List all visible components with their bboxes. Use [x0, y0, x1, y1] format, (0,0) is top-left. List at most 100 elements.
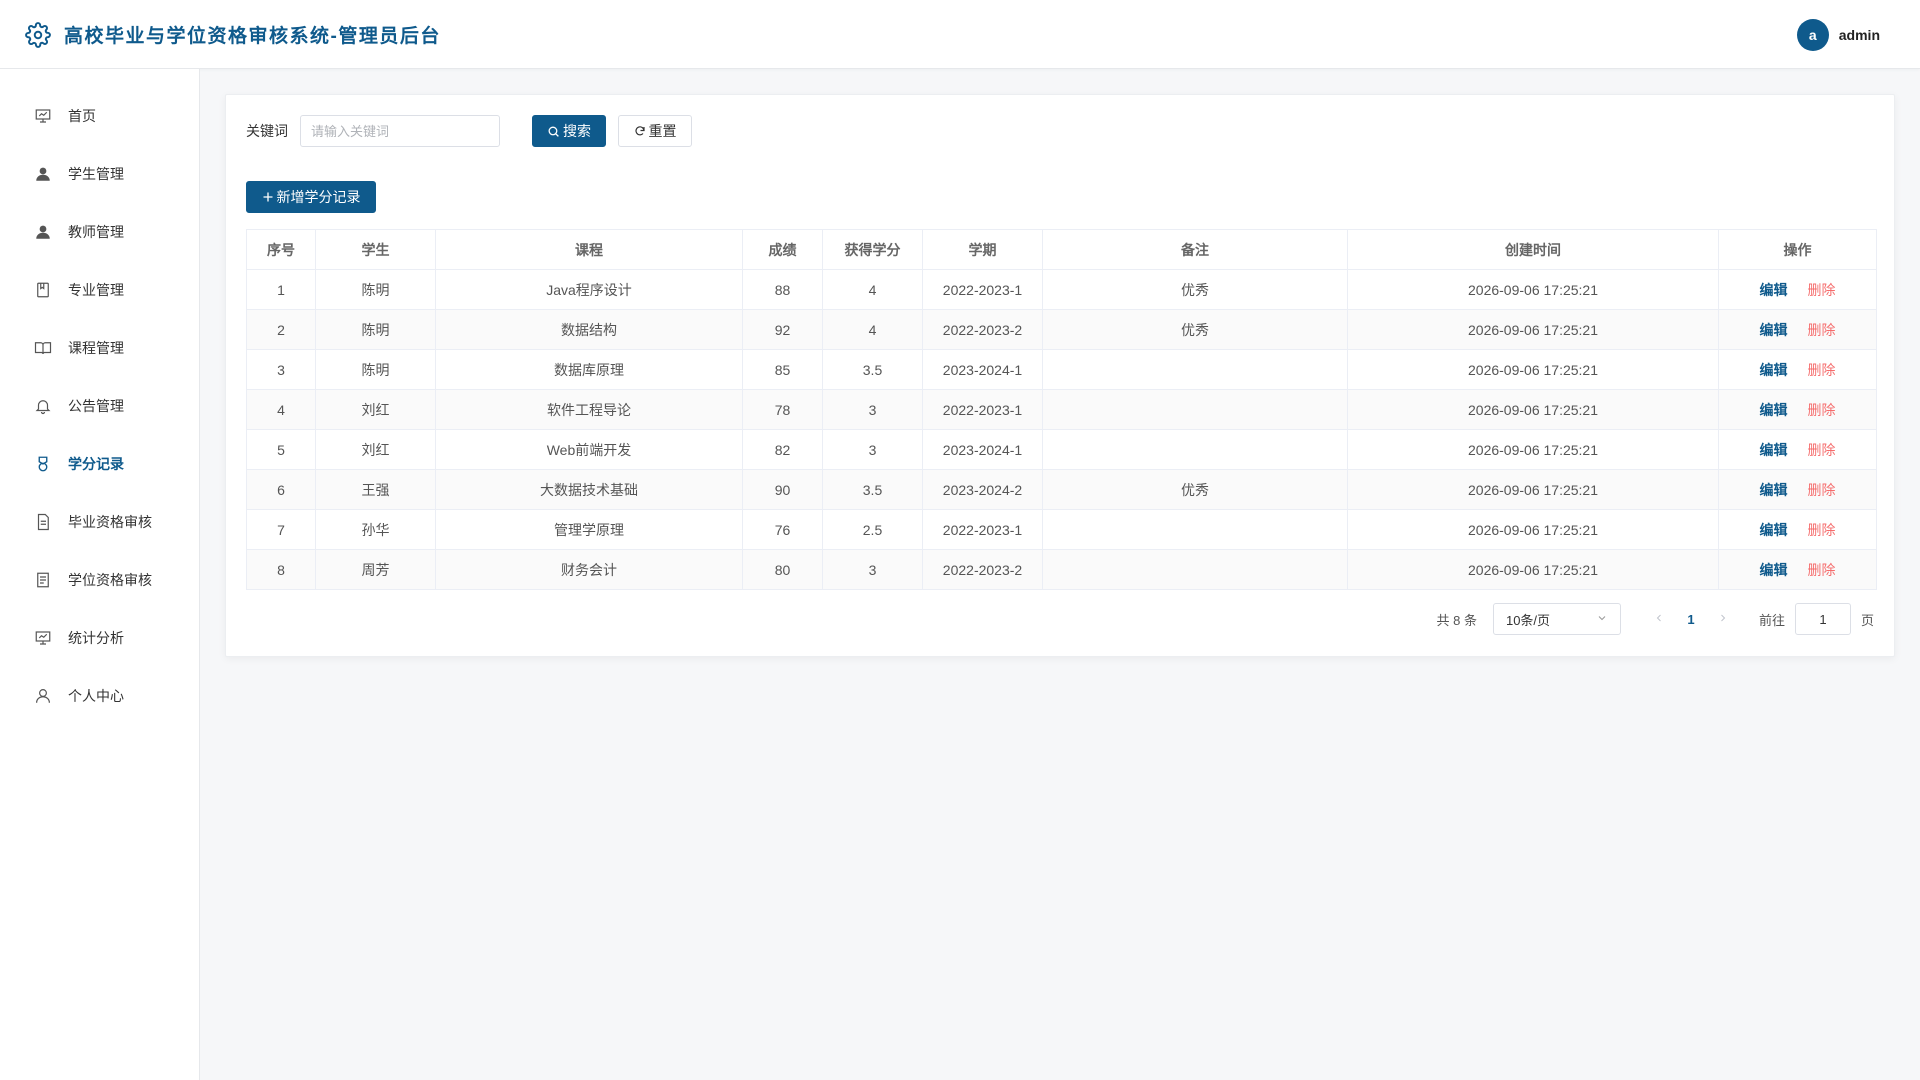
cell-course: Java程序设计: [435, 269, 743, 310]
table-row: 6 王强 大数据技术基础 90 3.5 2023-2024-2 优秀 2026-…: [246, 469, 1877, 510]
cell-student: 陈明: [315, 269, 436, 310]
cell-term: 2022-2023-1: [922, 509, 1043, 550]
cell-actions: 编辑 删除: [1718, 469, 1877, 510]
chevron-right-icon: [1717, 612, 1729, 627]
cell-term: 2022-2023-2: [922, 309, 1043, 350]
delete-link[interactable]: 删除: [1808, 322, 1836, 338]
delete-link[interactable]: 删除: [1808, 362, 1836, 378]
sidebar-item-graduation-review[interactable]: 毕业资格审核: [0, 493, 199, 551]
table-row: 1 陈明 Java程序设计 88 4 2022-2023-1 优秀 2026-0…: [246, 269, 1877, 310]
delete-link[interactable]: 删除: [1808, 482, 1836, 498]
edit-link[interactable]: 编辑: [1760, 322, 1788, 338]
cell-student: 陈明: [315, 309, 436, 350]
refresh-icon: [634, 125, 646, 137]
sidebar-item-label: 统计分析: [68, 630, 124, 646]
delete-link[interactable]: 删除: [1808, 282, 1836, 298]
cell-actions: 编辑 删除: [1718, 549, 1877, 590]
page-size-select[interactable]: 10条/页: [1492, 603, 1621, 635]
add-credit-record-button[interactable]: 新增学分记录: [246, 181, 376, 213]
cell-credit: 3: [822, 389, 923, 430]
edit-link[interactable]: 编辑: [1760, 402, 1788, 418]
username[interactable]: admin: [1839, 27, 1880, 43]
cell-actions: 编辑 删除: [1718, 509, 1877, 550]
cell-course: 财务会计: [435, 549, 743, 590]
cell-term: 2022-2023-2: [922, 549, 1043, 590]
cell-no: 3: [246, 349, 316, 390]
cell-no: 8: [246, 549, 316, 590]
avatar[interactable]: a: [1796, 18, 1829, 51]
cell-created: 2026-09-06 17:25:21: [1347, 429, 1719, 470]
cell-course: 数据库原理: [435, 349, 743, 390]
cell-created: 2026-09-06 17:25:21: [1347, 349, 1719, 390]
sidebar-item-credit-records[interactable]: 学分记录: [0, 435, 199, 493]
cell-remark: 优秀: [1042, 269, 1348, 310]
delete-link[interactable]: 删除: [1808, 442, 1836, 458]
sidebar-item-students[interactable]: 学生管理: [0, 145, 199, 203]
user-icon: [34, 165, 52, 183]
sidebar-item-profile[interactable]: 个人中心: [0, 667, 199, 725]
cell-term: 2023-2024-1: [922, 349, 1043, 390]
keyword-input[interactable]: [300, 115, 500, 147]
sidebar-item-home[interactable]: 首页: [0, 87, 199, 145]
table-row: 2 陈明 数据结构 92 4 2022-2023-2 优秀 2026-09-06…: [246, 309, 1877, 350]
sidebar-item-label: 教师管理: [68, 224, 124, 240]
sidebar-item-courses[interactable]: 课程管理: [0, 319, 199, 377]
page-number[interactable]: 1: [1675, 603, 1707, 635]
edit-link[interactable]: 编辑: [1760, 282, 1788, 298]
table-row: 4 刘红 软件工程导论 78 3 2022-2023-1 2026-09-06 …: [246, 389, 1877, 430]
list-document-icon: [34, 571, 52, 589]
sidebar-item-degree-review[interactable]: 学位资格审核: [0, 551, 199, 609]
column-header: 课程: [435, 229, 743, 270]
sidebar-item-statistics[interactable]: 统计分析: [0, 609, 199, 667]
bell-icon: [34, 397, 52, 415]
brand: 高校毕业与学位资格审核系统-管理员后台: [24, 0, 441, 69]
cell-remark: [1042, 549, 1348, 590]
cell-term: 2022-2023-1: [922, 269, 1043, 310]
cell-course: 管理学原理: [435, 509, 743, 550]
goto-page-input[interactable]: [1794, 603, 1851, 635]
edit-link[interactable]: 编辑: [1760, 562, 1788, 578]
edit-link[interactable]: 编辑: [1760, 362, 1788, 378]
search-button-label: 搜索: [563, 123, 591, 139]
column-header: 创建时间: [1347, 229, 1719, 270]
cell-term: 2023-2024-2: [922, 469, 1043, 510]
cell-score: 90: [742, 469, 823, 510]
reset-button[interactable]: 重置: [618, 115, 692, 147]
cell-student: 刘红: [315, 429, 436, 470]
cell-student: 刘红: [315, 389, 436, 430]
search-button[interactable]: 搜索: [532, 115, 606, 147]
cell-no: 6: [246, 469, 316, 510]
delete-link[interactable]: 删除: [1808, 402, 1836, 418]
cell-no: 7: [246, 509, 316, 550]
pagination-total: 共 8 条: [1436, 612, 1477, 628]
cell-no: 4: [246, 389, 316, 430]
cell-score: 85: [742, 349, 823, 390]
cell-score: 76: [742, 509, 823, 550]
cell-term: 2022-2023-1: [922, 389, 1043, 430]
delete-link[interactable]: 删除: [1808, 562, 1836, 578]
column-header: 获得学分: [822, 229, 923, 270]
sidebar-item-label: 公告管理: [68, 398, 124, 414]
delete-link[interactable]: 删除: [1808, 522, 1836, 538]
cell-remark: [1042, 509, 1348, 550]
edit-link[interactable]: 编辑: [1760, 482, 1788, 498]
prev-page-button[interactable]: [1643, 603, 1675, 635]
chevron-left-icon: [1653, 612, 1665, 627]
search-bar: 关键词 搜索 重置: [246, 115, 692, 147]
edit-link[interactable]: 编辑: [1760, 442, 1788, 458]
presentation-icon: [34, 629, 52, 647]
cell-credit: 3: [822, 429, 923, 470]
cell-student: 陈明: [315, 349, 436, 390]
cell-created: 2026-09-06 17:25:21: [1347, 389, 1719, 430]
next-page-button[interactable]: [1707, 603, 1739, 635]
edit-link[interactable]: 编辑: [1760, 522, 1788, 538]
cell-credit: 3: [822, 549, 923, 590]
cell-created: 2026-09-06 17:25:21: [1347, 509, 1719, 550]
sidebar-item-notices[interactable]: 公告管理: [0, 377, 199, 435]
sidebar-item-majors[interactable]: 专业管理: [0, 261, 199, 319]
column-header: 成绩: [742, 229, 823, 270]
user-menu[interactable]: a admin: [1796, 0, 1880, 69]
sidebar-item-teachers[interactable]: 教师管理: [0, 203, 199, 261]
add-button-label: 新增学分记录: [276, 189, 361, 205]
table-row: 8 周芳 财务会计 80 3 2022-2023-2 2026-09-06 17…: [246, 549, 1877, 590]
